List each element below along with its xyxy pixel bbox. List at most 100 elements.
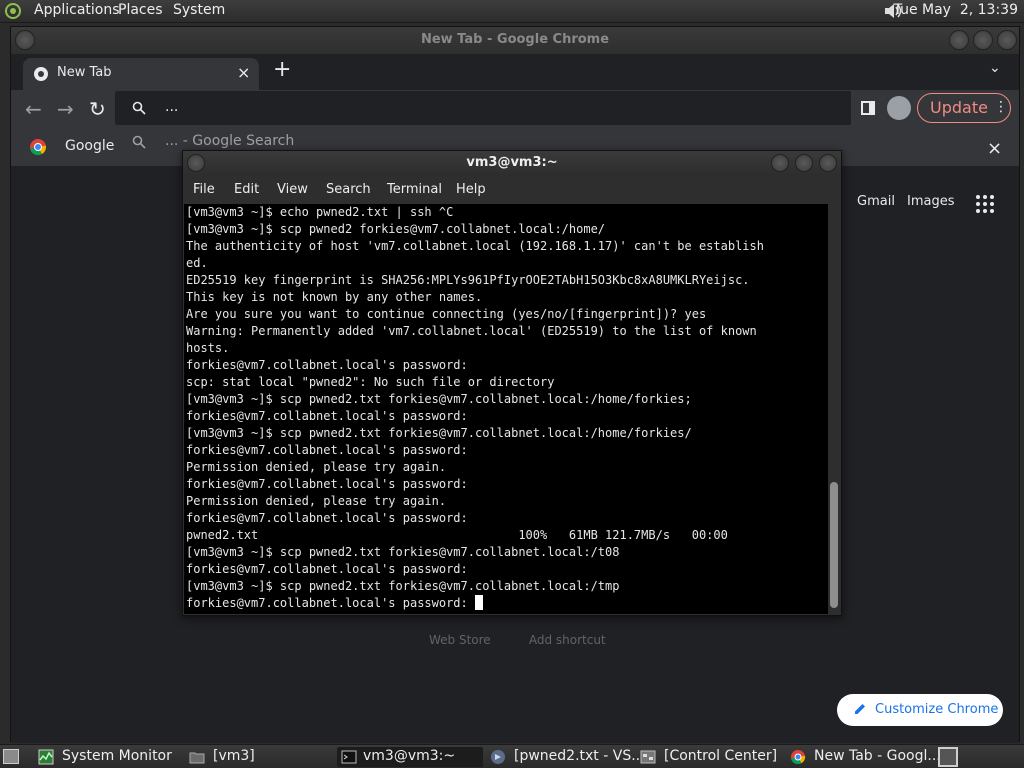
- terminal-cursor: [474, 595, 483, 610]
- back-arrow-icon[interactable]: ←: [25, 97, 42, 121]
- tab-label: New Tab: [57, 65, 112, 80]
- terminal-line: ED25519 key fingerprint is SHA256:MPLYs9…: [186, 273, 750, 287]
- terminal-line: forkies@vm7.collabnet.local's password:: [186, 358, 468, 372]
- show-desktop-icon[interactable]: [3, 749, 19, 764]
- terminal-line: Permission denied, please try again.: [186, 460, 447, 474]
- window-title: New Tab - Google Chrome: [420, 32, 610, 47]
- toolbar: ← → ↻ ... Update ⋮: [11, 90, 1019, 128]
- terminal-line: [vm3@vm3 ~]$ scp pwned2 forkies@vm7.coll…: [186, 222, 606, 236]
- shortcut-labels: Web Store Add shortcut: [429, 633, 606, 647]
- new-tab-button[interactable]: +: [273, 57, 291, 82]
- chrome-icon: [34, 67, 48, 81]
- task-vscode[interactable]: [pwned2.txt - VS...: [490, 747, 645, 767]
- terminal-line: pwned2.txt 100% 61MB 121.7MB/s 00:00: [186, 528, 728, 542]
- minimize-button[interactable]: [771, 154, 789, 172]
- menu-terminal[interactable]: Terminal: [387, 182, 442, 197]
- scrollbar-thumb[interactable]: [830, 482, 838, 608]
- menu-edit[interactable]: Edit: [234, 182, 259, 197]
- terminal-line: Are you sure you want to continue connec…: [186, 307, 707, 321]
- forward-arrow-icon[interactable]: →: [57, 97, 74, 121]
- tab-search-chevron-icon[interactable]: ⌄: [989, 60, 1001, 76]
- terminal-line: [vm3@vm3 ~]$ scp pwned2.txt forkies@vm7.…: [186, 392, 692, 406]
- task-label: New Tab - Googl...: [814, 748, 941, 764]
- menu-places[interactable]: Places: [118, 2, 163, 18]
- suggestion-text: ... - Google Search: [165, 133, 295, 149]
- distro-logo-icon[interactable]: [4, 2, 24, 20]
- chrome-titlebar[interactable]: New Tab - Google Chrome: [11, 27, 1019, 54]
- terminal-screen[interactable]: [vm3@vm3 ~]$ echo pwned2.txt | ssh ^C [vm…: [184, 204, 828, 614]
- vscode-icon: [491, 750, 505, 764]
- terminal-line: [vm3@vm3 ~]$ echo pwned2.txt | ssh ^C: [186, 205, 454, 219]
- pencil-icon: [855, 704, 865, 714]
- close-window-button[interactable]: [819, 154, 837, 172]
- terminal-line: Permission denied, please try again.: [186, 494, 447, 508]
- tab-new-tab[interactable]: New Tab ×: [23, 58, 259, 90]
- tab-close-icon[interactable]: ×: [237, 63, 250, 82]
- terminal-line: forkies@vm7.collabnet.local's password:: [186, 409, 468, 423]
- profile-avatar-icon[interactable]: [887, 96, 911, 120]
- menu-search[interactable]: Search: [326, 182, 371, 197]
- menu-view[interactable]: View: [277, 182, 308, 197]
- update-label: Update: [930, 98, 988, 117]
- kebab-menu-icon[interactable]: ⋮: [994, 99, 1008, 115]
- gmail-link[interactable]: Gmail: [857, 194, 895, 209]
- bottom-panel: System Monitor [vm3] vm3@vm3:~ [pwned2.t…: [0, 744, 1024, 768]
- menu-applications[interactable]: Applications: [34, 2, 120, 18]
- terminal-output: [vm3@vm3 ~]$ echo pwned2.txt | ssh ^C [vm…: [186, 204, 764, 612]
- terminal-line: [vm3@vm3 ~]$ scp pwned2.txt forkies@vm7.…: [186, 579, 620, 593]
- tab-strip: New Tab × + ⌄: [11, 54, 1019, 90]
- maximize-button[interactable]: [795, 154, 813, 172]
- terminal-title: vm3@vm3:~: [466, 155, 558, 170]
- task-label: [vm3]: [213, 748, 255, 764]
- task-control-center[interactable]: [Control Center]: [640, 747, 786, 767]
- terminal-line: This key is not known by any other names…: [186, 290, 483, 304]
- folder-icon: [189, 752, 205, 764]
- address-bar[interactable]: ...: [115, 91, 851, 125]
- window-list-icon[interactable]: [938, 747, 958, 767]
- menu-system[interactable]: System: [173, 2, 225, 18]
- terminal-scrollbar[interactable]: [828, 204, 840, 614]
- task-label: System Monitor: [62, 748, 172, 764]
- side-panel-icon[interactable]: [861, 101, 875, 115]
- menu-help[interactable]: Help: [456, 182, 486, 197]
- terminal-line: forkies@vm7.collabnet.local's password:: [186, 511, 468, 525]
- terminal-prompt-text: forkies@vm7.collabnet.local's password:: [186, 596, 475, 610]
- terminal-line: forkies@vm7.collabnet.local's password:: [186, 562, 468, 576]
- customize-label: Customize Chrome: [875, 702, 999, 717]
- terminal-line: The authenticity of host 'vm7.collabnet.…: [186, 239, 764, 253]
- images-link[interactable]: Images: [907, 194, 955, 209]
- update-button[interactable]: Update ⋮: [917, 93, 1011, 123]
- close-icon[interactable]: ×: [987, 138, 1002, 159]
- task-folder[interactable]: [vm3]: [189, 747, 329, 767]
- task-system-monitor[interactable]: System Monitor: [38, 747, 188, 767]
- task-chrome[interactable]: New Tab - Googl...: [790, 747, 941, 767]
- terminal-titlebar[interactable]: vm3@vm3:~: [183, 151, 841, 176]
- terminal-line: scp: stat local "pwned2": No such file o…: [186, 375, 555, 389]
- terminal-line: forkies@vm7.collabnet.local's password:: [186, 443, 468, 457]
- terminal-line: [vm3@vm3 ~]$ scp pwned2.txt forkies@vm7.…: [186, 545, 620, 559]
- task-terminal[interactable]: vm3@vm3:~: [337, 747, 483, 767]
- maximize-button[interactable]: [973, 30, 993, 50]
- apps-grid-icon[interactable]: [975, 194, 995, 214]
- task-label: vm3@vm3:~: [363, 748, 456, 764]
- bookmark-google[interactable]: Google: [65, 138, 114, 154]
- customize-chrome-button[interactable]: Customize Chrome: [837, 694, 1003, 726]
- terminal-line: [vm3@vm3 ~]$ scp pwned2.txt forkies@vm7.…: [186, 426, 692, 440]
- minimize-button[interactable]: [949, 30, 969, 50]
- top-panel: Applications Places System Tue May 2, 13…: [0, 0, 1024, 23]
- search-icon: [132, 101, 146, 115]
- terminal-line: ed.: [186, 256, 208, 270]
- control-center-icon: [640, 750, 656, 764]
- chrome-logo-icon: [30, 139, 47, 156]
- terminal-line: forkies@vm7.collabnet.local's password:: [186, 477, 468, 491]
- terminal-line: Warning: Permanently added 'vm7.collabne…: [186, 324, 757, 338]
- chrome-icon: [791, 750, 806, 765]
- menu-file[interactable]: File: [193, 182, 215, 197]
- reload-icon[interactable]: ↻: [89, 97, 106, 121]
- task-label: [pwned2.txt - VS...: [514, 748, 645, 764]
- close-window-button[interactable]: [997, 30, 1017, 50]
- terminal-line: hosts.: [186, 341, 230, 355]
- clock[interactable]: Tue May 2, 13:39: [894, 2, 1018, 18]
- address-bar-text[interactable]: ...: [165, 99, 178, 115]
- system-monitor-icon: [38, 749, 54, 765]
